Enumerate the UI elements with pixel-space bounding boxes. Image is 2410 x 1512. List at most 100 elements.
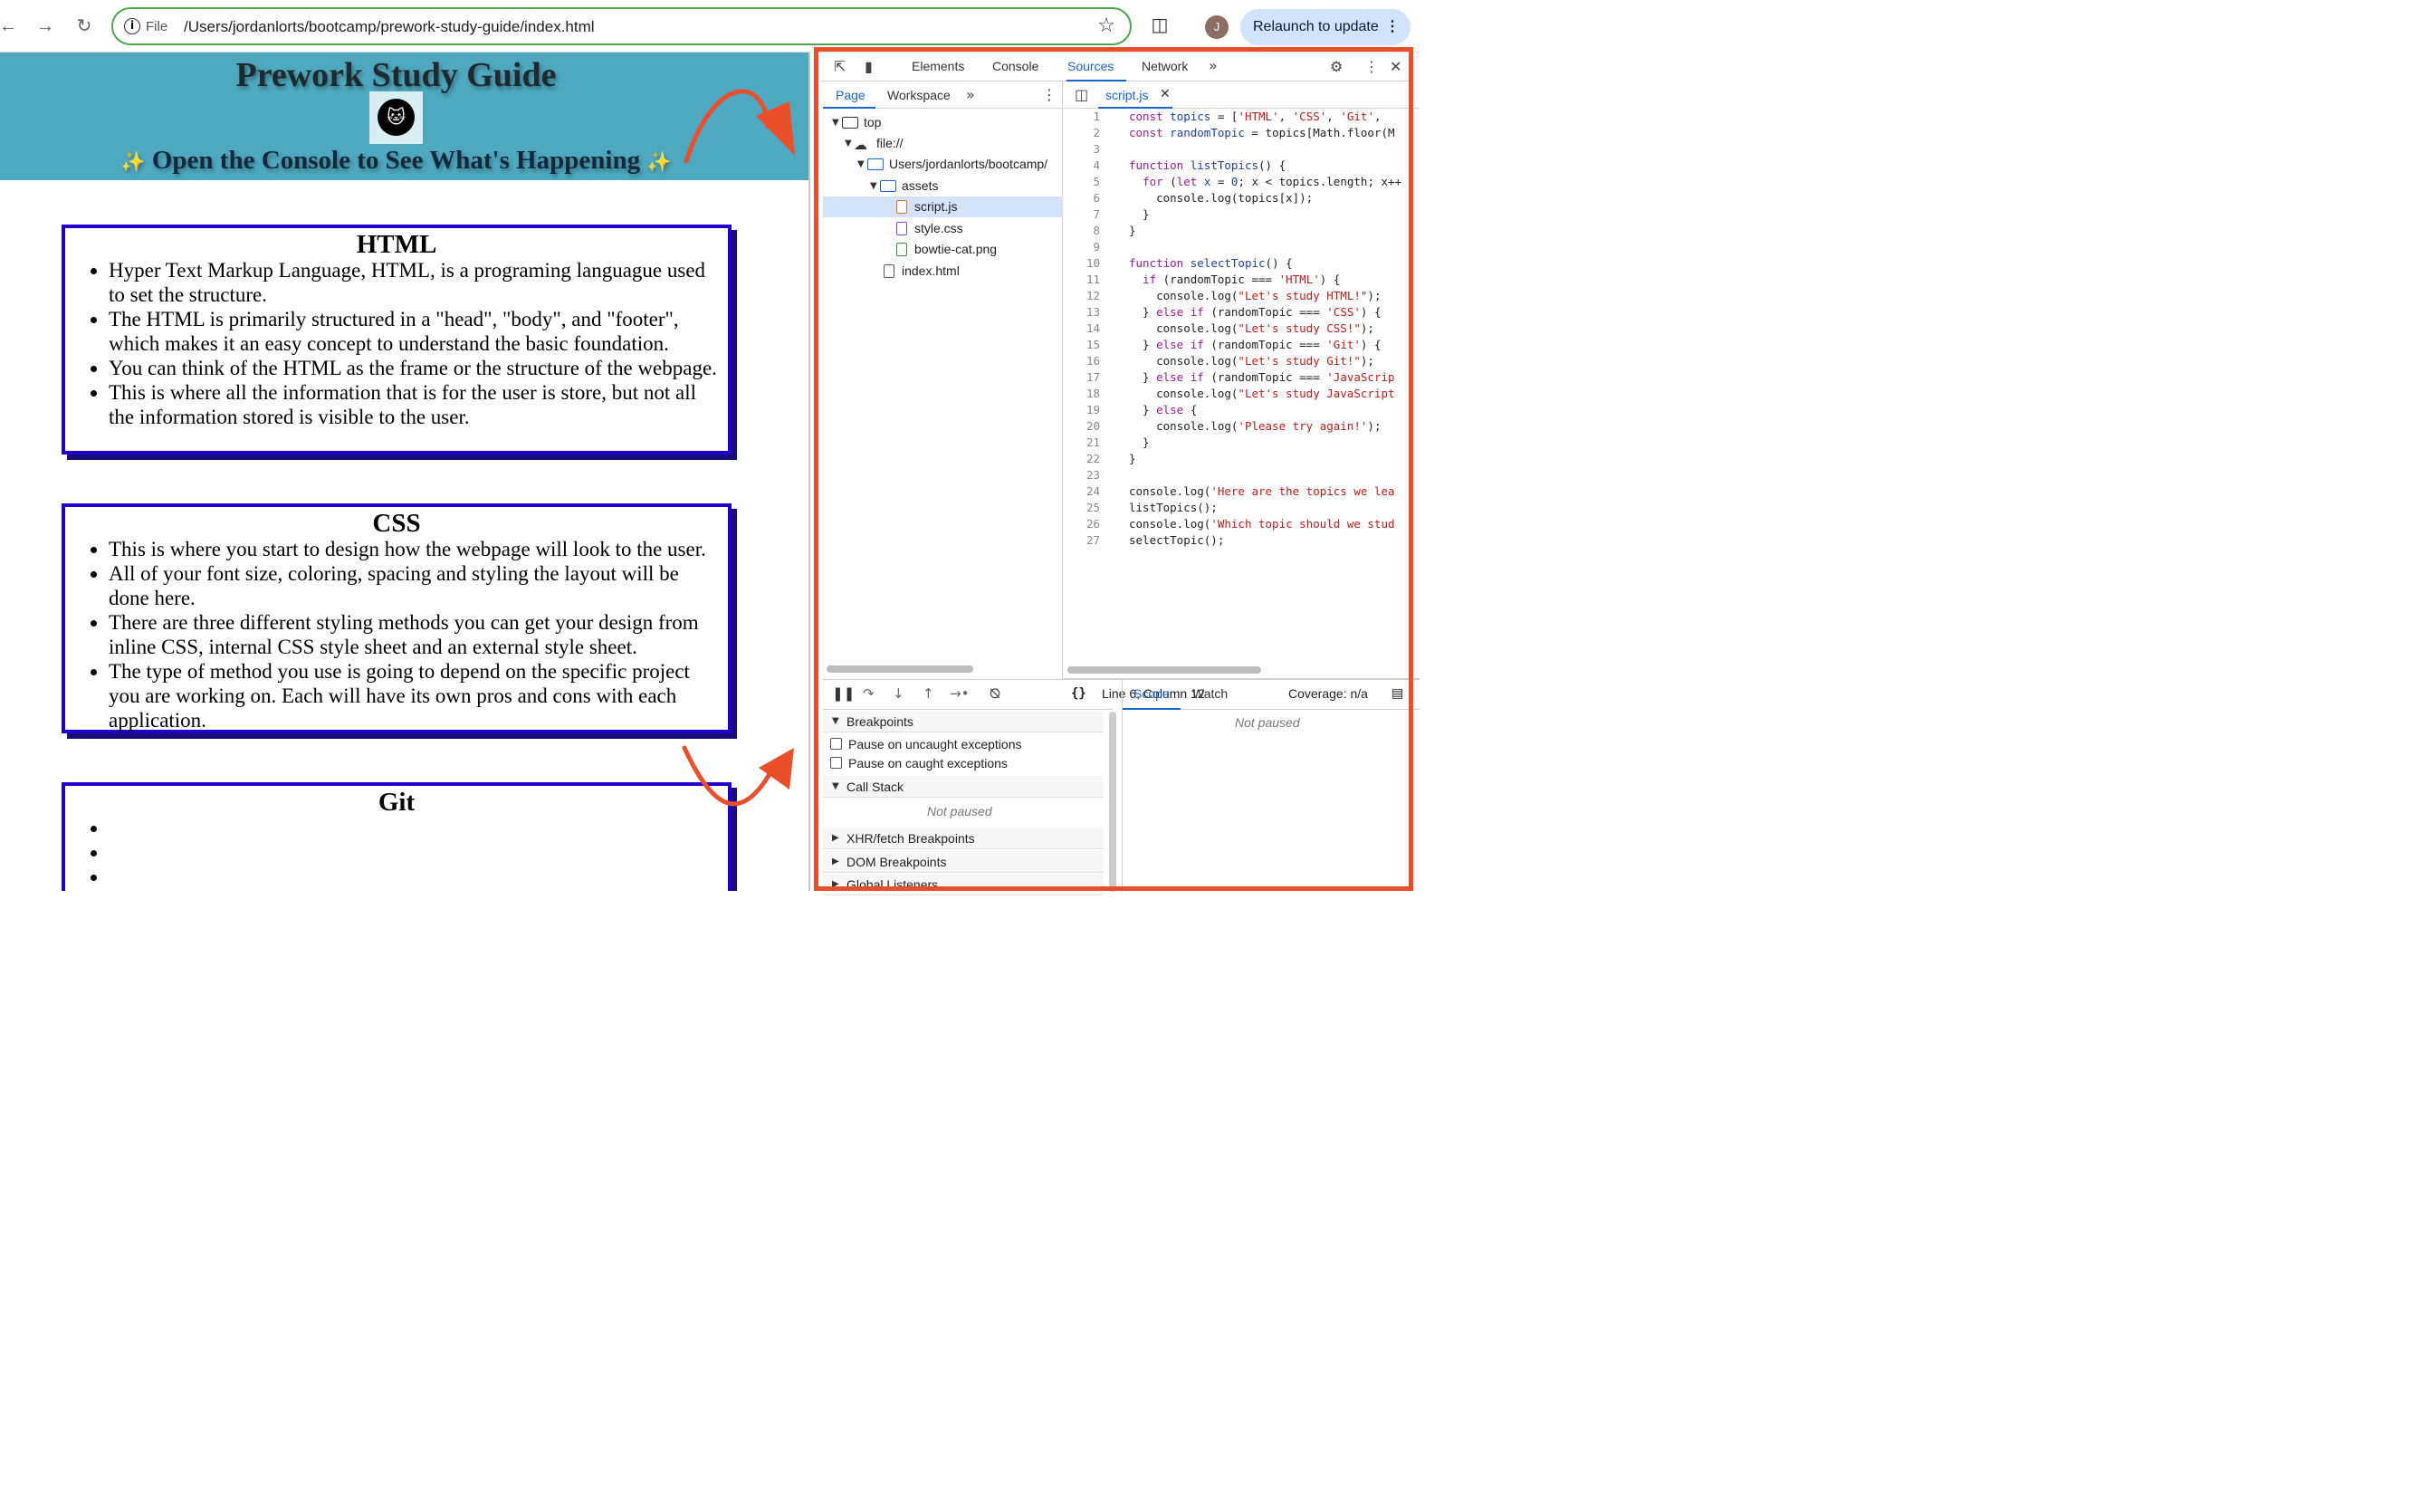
expand-arrow-icon[interactable]: ▼: [857, 154, 865, 175]
star-icon[interactable]: ☆: [1097, 14, 1115, 37]
list-item: You can think of the HTML as the frame o…: [109, 356, 722, 380]
pause-icon[interactable]: ❚❚: [832, 685, 855, 702]
section-breakpoints[interactable]: ▼ Breakpoints: [823, 711, 1104, 732]
expand-arrow-icon[interactable]: ▶: [832, 874, 839, 895]
expand-arrow-icon[interactable]: ▼: [845, 133, 852, 154]
tree-label: file://: [876, 136, 904, 150]
expand-arrow-icon[interactable]: ▶: [832, 828, 839, 849]
tab-elements[interactable]: Elements: [912, 59, 964, 73]
code-line: 11 if (randomTopic === 'HTML') {: [1085, 273, 1341, 286]
code-line: 19 } else {: [1085, 403, 1198, 416]
step-icon[interactable]: →•: [950, 685, 969, 702]
list-item: There are three different styling method…: [109, 610, 722, 659]
tab-network[interactable]: Network: [1142, 59, 1188, 73]
section-list: [109, 816, 722, 889]
tree-item-index-html[interactable]: index.html: [823, 261, 1063, 282]
frame-icon: [842, 117, 858, 129]
tree-item-png[interactable]: bowtie-cat.png: [823, 239, 1063, 260]
checkbox[interactable]: [830, 738, 842, 750]
deactivate-breakpoints-icon[interactable]: ⦰: [990, 685, 1000, 702]
toggle-navigator-icon[interactable]: ◫: [1075, 86, 1088, 103]
list-item: The type of method you use is going to d…: [109, 659, 722, 732]
gear-icon[interactable]: ⚙: [1330, 58, 1343, 75]
navigator-scrollbar[interactable]: [827, 665, 973, 673]
tree-label: style.css: [914, 221, 963, 235]
step-into-icon[interactable]: ↓: [893, 685, 904, 702]
debugger-scrollbar[interactable]: [1109, 712, 1116, 892]
code-line: 26 console.log('Which topic should we stu…: [1085, 517, 1395, 531]
section-xhr-breakpoints[interactable]: ▶ XHR/fetch Breakpoints: [823, 828, 1104, 849]
tree-item-script-js[interactable]: script.js: [823, 196, 1063, 217]
url-text[interactable]: /Users/jordanlorts/bootcamp/prework-stud…: [184, 18, 595, 36]
profile-avatar[interactable]: J: [1205, 15, 1229, 39]
tab-watch[interactable]: Watch: [1192, 686, 1228, 701]
relaunch-button[interactable]: Relaunch to update ⋮: [1240, 9, 1411, 45]
code-line: 13 } else if (randomTopic === 'CSS') {: [1085, 305, 1382, 319]
section-label: XHR/fetch Breakpoints: [846, 831, 975, 846]
hero-header: Prework Study Guide 🐱 ✨ Open the Console…: [0, 53, 808, 180]
browser-toolbar: ← → ↻ i File /Users/jordanlorts/bootcamp…: [0, 0, 1420, 53]
code-line: 5 for (let x = 0; x < topics.length; x++: [1093, 175, 1402, 188]
forward-icon[interactable]: →: [32, 13, 59, 40]
tree-item-origin[interactable]: ▼ ☁ file://: [823, 133, 1063, 154]
sources-navigator: Page Workspace » ⋮ ▼ top ▼ ☁ file:// ▼ U…: [823, 81, 1063, 679]
sparkle-icon: ✨: [646, 151, 672, 174]
section-global-listeners[interactable]: ▶ Global Listeners: [823, 874, 1104, 895]
device-toolbar-icon[interactable]: ▮: [865, 58, 873, 75]
tree-item-folder[interactable]: ▼ Users/jordanlorts/bootcamp/: [823, 154, 1063, 175]
checkbox[interactable]: [830, 757, 842, 769]
section-card-html: HTML Hyper Text Markup Language, HTML, i…: [62, 225, 732, 455]
tree-label: index.html: [902, 263, 960, 278]
step-out-icon[interactable]: ↑: [923, 685, 934, 702]
editor-scrollbar[interactable]: [1067, 666, 1261, 674]
more-icon[interactable]: ⋮: [1385, 9, 1400, 45]
code-line: 7 }: [1093, 207, 1150, 221]
more-navigator-tabs-icon[interactable]: »: [966, 86, 975, 103]
devtools-panel: ⇱ ▮ Elements Console Sources Network » ⚙…: [810, 53, 1420, 895]
tab-page[interactable]: Page: [836, 88, 865, 102]
code-line: 12 console.log("Let's study HTML!");: [1085, 289, 1382, 302]
section-call-stack[interactable]: ▼ Call Stack: [823, 776, 1104, 798]
expand-arrow-icon[interactable]: ▶: [832, 851, 839, 873]
tree-item-assets[interactable]: ▼ assets: [823, 176, 1063, 196]
inspect-element-icon[interactable]: ⇱: [834, 58, 846, 75]
code-line: 8}: [1093, 224, 1136, 237]
step-over-icon[interactable]: ↷: [863, 685, 875, 702]
reload-icon[interactable]: ↻: [71, 13, 98, 40]
extensions-icon[interactable]: ◫: [1148, 14, 1172, 37]
close-icon[interactable]: ✕: [1390, 58, 1401, 75]
code-line: 14 console.log("Let's study CSS!");: [1085, 321, 1374, 335]
code-area[interactable]: 1 const topics = ['HTML', 'CSS', 'Git', 2…: [1064, 109, 1408, 634]
code-line: 22}: [1085, 452, 1136, 465]
cat-logo: 🐱: [369, 91, 423, 144]
expand-arrow-icon[interactable]: ▼: [832, 776, 839, 798]
tab-console[interactable]: Console: [992, 59, 1038, 73]
cloud-icon: ☁: [854, 137, 867, 153]
relaunch-label: Relaunch to update: [1253, 19, 1379, 34]
tab-sources[interactable]: Sources: [1067, 59, 1114, 73]
code-line: 18 console.log("Let's study JavaScript: [1085, 387, 1395, 400]
page-title: Prework Study Guide: [235, 56, 557, 94]
kebab-menu-icon[interactable]: ⋮: [1364, 58, 1379, 75]
code-line: 4 function listTopics() {: [1093, 158, 1286, 172]
tree-item-style-css[interactable]: style.css: [823, 218, 1063, 239]
back-icon[interactable]: ←: [0, 13, 22, 40]
tab-scope[interactable]: Scope: [1133, 686, 1170, 701]
expand-arrow-icon[interactable]: ▼: [832, 112, 839, 133]
expand-arrow-icon[interactable]: ▼: [870, 176, 877, 196]
navigator-menu-icon[interactable]: ⋮: [1042, 86, 1057, 103]
expand-arrow-icon[interactable]: ▼: [832, 711, 839, 732]
section-label: Global Listeners: [846, 877, 939, 892]
more-tabs-icon[interactable]: »: [1209, 57, 1218, 74]
js-file-icon: [896, 200, 907, 214]
tree-item-top[interactable]: ▼ top: [823, 112, 1063, 133]
editor-tabs: ◫ script.js ✕: [1064, 81, 1420, 109]
tab-workspace[interactable]: Workspace: [887, 88, 951, 102]
section-dom-breakpoints[interactable]: ▶ DOM Breakpoints: [823, 851, 1104, 873]
editor-tab-script-js[interactable]: script.js: [1105, 88, 1148, 102]
code-line: 6 console.log(topics[x]);: [1093, 191, 1314, 205]
close-tab-icon[interactable]: ✕: [1160, 87, 1171, 101]
address-bar[interactable]: i File /Users/jordanlorts/bootcamp/prewo…: [111, 7, 1132, 45]
subtitle-text: Open the Console to See What's Happening: [151, 146, 641, 175]
info-icon[interactable]: i: [124, 18, 140, 34]
